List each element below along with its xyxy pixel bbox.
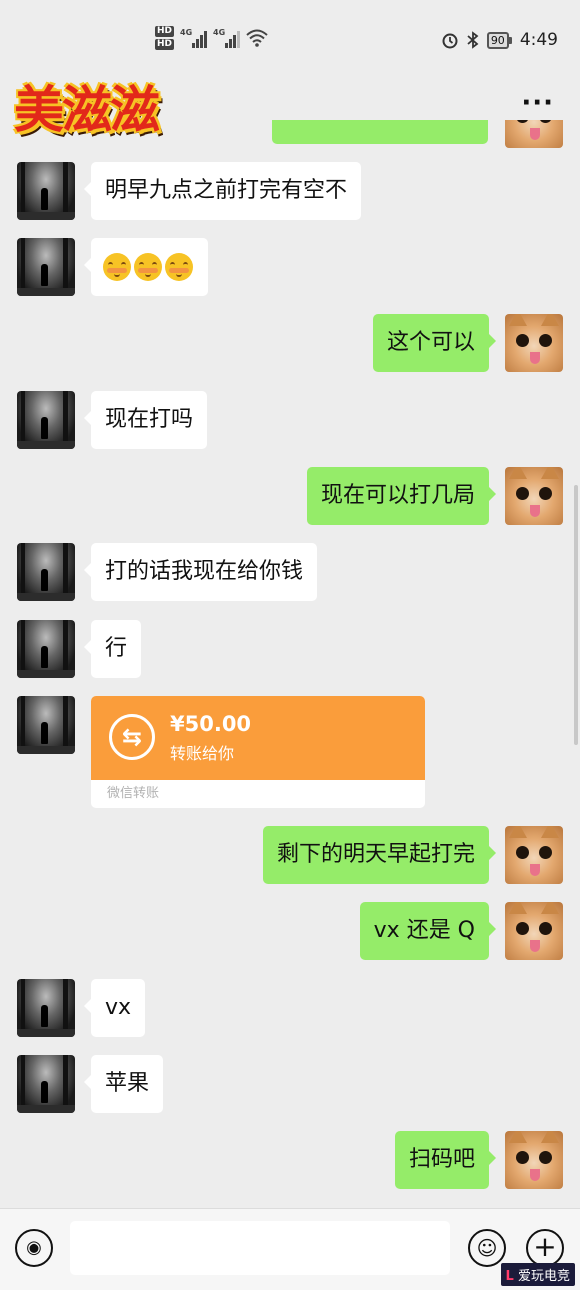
hd-badge: HD [155, 26, 175, 37]
avatar-contact[interactable] [17, 391, 75, 449]
system-indicators: 90 4:49 [441, 30, 558, 50]
avatar-self[interactable] [505, 1131, 563, 1189]
plus-icon[interactable]: + [526, 1229, 564, 1267]
battery-level: 90 [486, 31, 509, 49]
emoji-icon[interactable]: ☺ [468, 1229, 506, 1267]
transfer-amount: ¥50.00 [170, 712, 252, 736]
avatar-self[interactable] [505, 120, 563, 148]
message-bubble[interactable]: 打的话我现在给你钱 [83, 543, 318, 601]
voice-icon[interactable]: ◉ [15, 1229, 53, 1267]
message-bubble[interactable]: vx [83, 979, 146, 1037]
avatar-contact[interactable] [17, 162, 75, 220]
cell-signal-icon: 4G [213, 28, 241, 48]
message-input[interactable] [70, 1221, 450, 1275]
message-bubble[interactable]: vx 还是 Q [359, 902, 497, 960]
message-bubble[interactable] [84, 238, 208, 296]
cell-signal-icon: 4G [180, 28, 208, 48]
status-bar: HD HD 4G 4G 90 4:49 [0, 0, 580, 80]
watermark-logo: L 爱玩电竞 [500, 1263, 575, 1286]
input-bar: ◉ ☺ + L 爱玩电竞 [0, 1208, 580, 1290]
bluetooth-icon [467, 31, 479, 49]
message-bubble[interactable]: 剩下的明天早起打完 [262, 826, 497, 884]
message-bubble[interactable]: 苹果 [83, 1055, 164, 1113]
transfer-footer: 微信转账 [107, 786, 160, 801]
avatar-contact[interactable] [17, 238, 75, 296]
message-bubble[interactable]: 明早九点之前打完有空不 [83, 162, 362, 220]
avatar-contact[interactable] [17, 543, 75, 601]
scrollbar[interactable] [574, 485, 578, 745]
message-bubble[interactable]: 扫码吧 [394, 1131, 497, 1189]
hd-badge: HD [155, 39, 175, 50]
clock: 4:49 [519, 30, 558, 50]
avatar-contact[interactable] [17, 620, 75, 678]
blush-face-icon [165, 253, 193, 281]
more-dots-icon[interactable]: ··· [521, 88, 554, 118]
message-bubble[interactable]: 这个可以 [372, 314, 497, 372]
signal-indicators: HD HD 4G 4G [155, 26, 268, 50]
avatar-self[interactable] [505, 314, 563, 372]
battery-icon: 90 [486, 31, 512, 49]
transfer-arrows-icon: ⇆ [109, 714, 155, 760]
message-bubble[interactable]: 现在可以打几局 [306, 467, 497, 525]
transfer-card[interactable]: ⇆ ¥50.00 转账给你 微信转账 [91, 696, 425, 808]
avatar-contact[interactable] [17, 1055, 75, 1113]
avatar-self[interactable] [505, 826, 563, 884]
avatar-self[interactable] [505, 467, 563, 525]
chat-area[interactable]: 明早九点之前打完有空不 这个可以 现在打吗 现在可以打几局 打的话我现在给你钱 … [0, 120, 580, 1208]
alarm-icon [442, 33, 458, 49]
blush-face-icon [134, 253, 162, 281]
transfer-description: 转账给你 [170, 744, 235, 763]
message-bubble-partial [272, 120, 488, 144]
message-bubble[interactable]: 现在打吗 [83, 391, 208, 449]
blush-face-icon [103, 253, 131, 281]
wifi-icon [246, 29, 268, 47]
avatar-self[interactable] [505, 902, 563, 960]
avatar-contact[interactable] [17, 696, 75, 754]
message-bubble[interactable]: 行 [83, 620, 142, 678]
avatar-contact[interactable] [17, 979, 75, 1037]
